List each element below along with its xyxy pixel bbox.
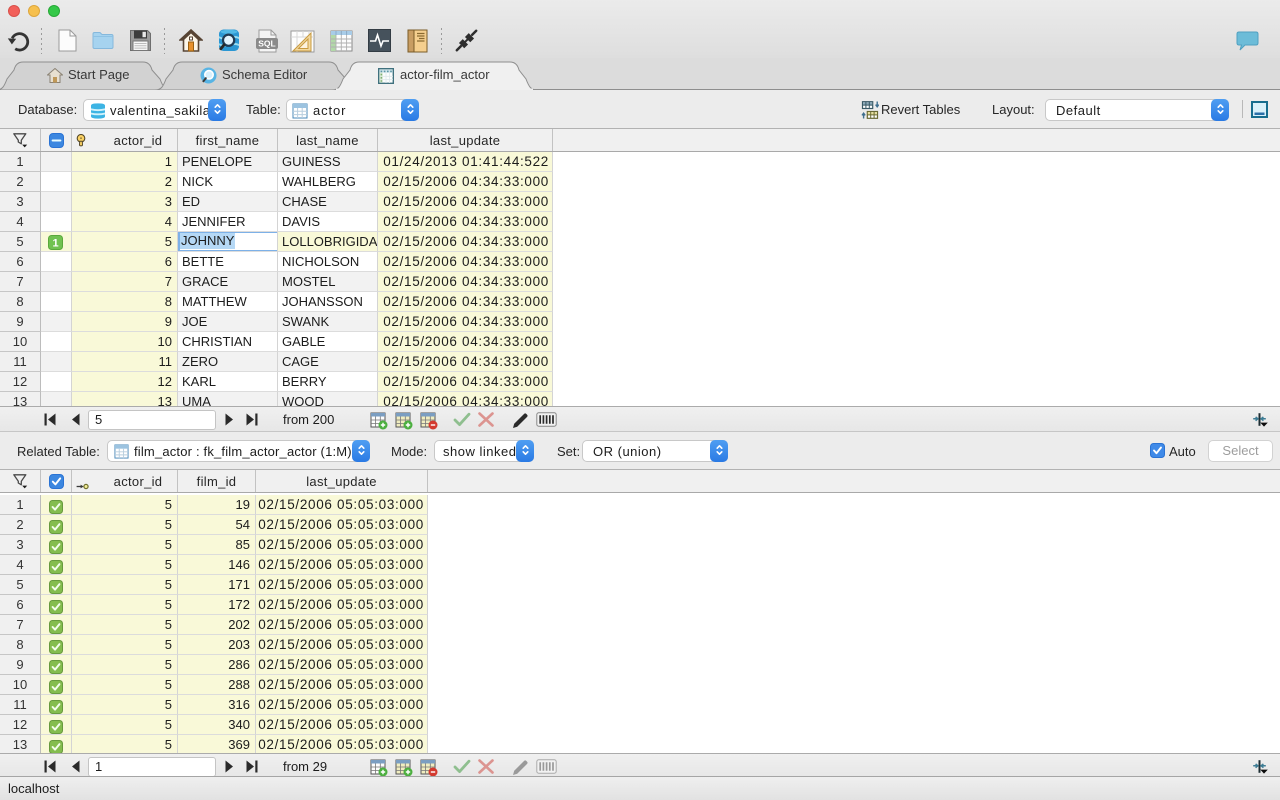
svg-text:SQL: SQL [258,38,275,48]
svg-text:1: 1 [52,238,58,250]
